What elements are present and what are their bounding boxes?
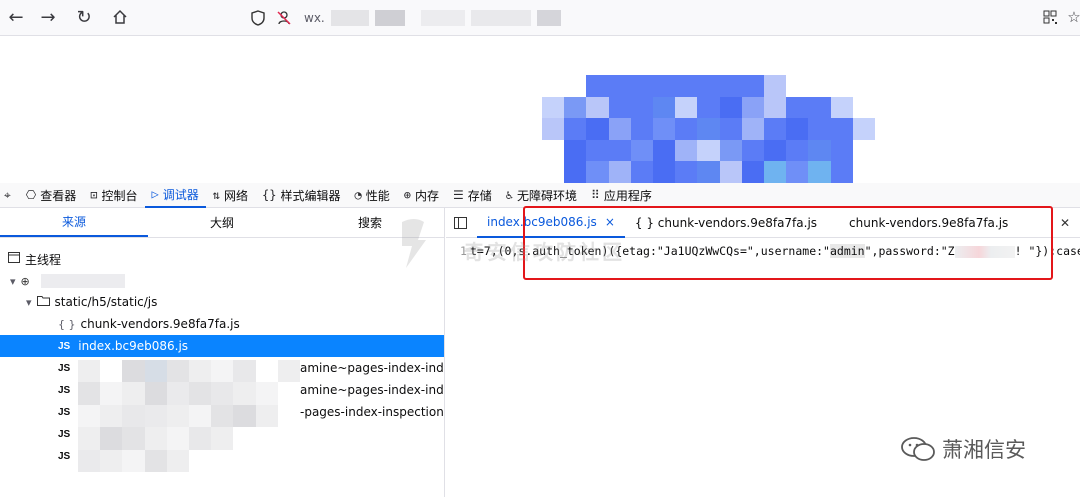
reload-icon[interactable]: ↻ xyxy=(72,6,96,28)
url-text: wx. xyxy=(304,10,325,25)
tab-label: 性能 xyxy=(365,188,390,203)
braces-icon: { } xyxy=(58,317,76,331)
js-file-icon: JS xyxy=(58,450,71,462)
tab-label: chunk-vendors.9e8fa7fa.js xyxy=(849,215,1009,230)
subtab-sources[interactable]: 来源 xyxy=(0,208,148,237)
tab-label: 应用程序 xyxy=(603,188,652,203)
sources-subtabs: 来源 大纲 搜索 xyxy=(0,208,444,238)
tree-label: -pages-index-inspection~pa xyxy=(300,405,444,419)
redacted-url-block xyxy=(374,9,405,26)
tab-label: 无障碍环境 xyxy=(517,188,578,203)
performance-icon: ◔ xyxy=(354,188,362,202)
globe-icon: ⊕ xyxy=(20,274,30,288)
pick-element-icon[interactable]: ⌖ xyxy=(0,183,19,208)
tab-performance[interactable]: ◔ 性能 xyxy=(347,183,396,208)
browser-toolbar: ← → ↻ wx. ☆ xyxy=(0,0,1080,36)
toggle-sidebar-icon[interactable] xyxy=(446,208,477,238)
code-username: admin xyxy=(829,244,865,258)
tab-label: 控制台 xyxy=(101,188,138,203)
redaction-mosaic xyxy=(78,360,300,472)
tab-accessibility[interactable]: ♿ 无障碍环境 xyxy=(499,183,584,208)
tree-folder[interactable]: ▾ static/h5/static/js xyxy=(0,291,444,313)
code-text: ",password:"Z xyxy=(864,244,955,258)
url-bar[interactable]: wx. xyxy=(248,5,578,30)
tree-file-selected[interactable]: JS index.bc9eb086.js xyxy=(0,335,444,357)
inspector-icon: ⎔ xyxy=(25,188,37,202)
tree-label: index.bc9eb086.js xyxy=(78,339,189,353)
tree-label: amine~pages-index-index~p xyxy=(300,383,444,397)
tree-main-thread[interactable]: 主线程 xyxy=(0,248,444,270)
chevron-down-icon: ▾ xyxy=(10,274,16,288)
tree-file[interactable]: { } chunk-vendors.9e8fa7fa.js xyxy=(0,313,444,335)
editor-tab-pretty-vendors[interactable]: { } chunk-vendors.9e8fa7fa.js xyxy=(625,208,827,238)
close-icon[interactable]: × xyxy=(605,215,615,229)
shield-icon[interactable] xyxy=(248,8,268,28)
forward-icon[interactable]: → xyxy=(36,6,60,28)
tab-label: 调试器 xyxy=(162,187,199,202)
redacted-url-block xyxy=(330,9,369,26)
redacted-url-block xyxy=(420,9,465,26)
application-icon: ⠿ xyxy=(591,188,600,202)
editor-tab-vendors[interactable]: chunk-vendors.9e8fa7fa.js xyxy=(839,208,1018,238)
tree-label: chunk-vendors.9e8fa7fa.js xyxy=(80,317,240,331)
js-file-icon: JS xyxy=(58,384,71,396)
tab-memory[interactable]: ⊕ 内存 xyxy=(397,183,446,208)
tab-label: index.bc9eb086.js xyxy=(487,214,597,229)
memory-icon: ⊕ xyxy=(403,188,411,202)
wechat-icon xyxy=(901,437,935,461)
bookmark-star-icon[interactable]: ☆ xyxy=(1064,7,1080,27)
tree-domain[interactable]: ▾ ⊕ xyxy=(0,270,444,292)
watermark-text: 萧湘信安 xyxy=(942,438,1026,462)
debugger-icon: ▷ xyxy=(151,187,159,201)
console-icon: ⊡ xyxy=(90,188,98,202)
storage-icon: ☰ xyxy=(452,188,464,202)
code-text: ! "});case 7 xyxy=(1014,244,1080,258)
js-file-icon: JS xyxy=(58,362,71,374)
home-icon[interactable] xyxy=(108,6,132,28)
redacted-domain xyxy=(40,274,125,288)
tree-label: amine~pages-index-index~p xyxy=(300,361,444,375)
js-file-icon: JS xyxy=(58,428,71,440)
tab-label: { } chunk-vendors.9e8fa7fa.js xyxy=(634,215,818,230)
tab-console[interactable]: ⊡ 控制台 xyxy=(83,183,144,208)
tab-label: 存储 xyxy=(467,188,492,203)
tab-label: 查看器 xyxy=(40,188,77,203)
subtab-outline[interactable]: 大纲 xyxy=(148,208,296,237)
window-icon xyxy=(8,252,20,266)
redacted-password xyxy=(954,245,1015,258)
tab-style-editor[interactable]: {} 样式编辑器 xyxy=(255,183,347,208)
close-panel-icon[interactable]: ✕ xyxy=(1050,208,1080,238)
tab-label: 内存 xyxy=(414,188,439,203)
tree-label: 主线程 xyxy=(25,252,62,267)
pixelated-logo xyxy=(542,75,875,183)
watermark-corner: 萧湘信安 xyxy=(900,434,1026,464)
watermark-logo xyxy=(396,214,430,272)
redacted-url-block xyxy=(470,9,531,26)
watermark-center: 奇安信攻防社区 xyxy=(464,240,625,264)
tree-label: static/h5/static/js xyxy=(54,295,158,309)
tab-network[interactable]: ⇅ 网络 xyxy=(206,183,255,208)
braces-icon: {} xyxy=(262,188,277,202)
redacted-url-block xyxy=(536,9,561,26)
folder-icon xyxy=(36,295,50,309)
accessibility-icon: ♿ xyxy=(505,188,513,202)
tab-debugger[interactable]: ▷ 调试器 xyxy=(144,183,206,208)
tab-label: 网络 xyxy=(224,188,249,203)
editor-tabs: index.bc9eb086.js × { } chunk-vendors.9e… xyxy=(446,208,1080,238)
permissions-icon[interactable] xyxy=(274,8,294,28)
back-icon[interactable]: ← xyxy=(4,6,28,28)
qr-code-icon[interactable] xyxy=(1040,7,1060,27)
tab-application[interactable]: ⠿ 应用程序 xyxy=(584,183,659,208)
js-file-icon: JS xyxy=(58,340,71,352)
devtools-toolbar: ⌖ ⎔ 查看器 ⊡ 控制台 ▷ 调试器 ⇅ 网络 {} 样式编辑器 ◔ 性能 ⊕ 内存 ☰ 存储… xyxy=(0,183,1080,208)
chevron-down-icon: ▾ xyxy=(26,295,32,309)
tab-inspector[interactable]: ⎔ 查看器 xyxy=(19,183,84,208)
tab-label: 样式编辑器 xyxy=(280,188,341,203)
network-icon: ⇅ xyxy=(212,188,220,202)
js-file-icon: JS xyxy=(58,406,71,418)
tab-storage[interactable]: ☰ 存储 xyxy=(446,183,499,208)
editor-tab-index[interactable]: index.bc9eb086.js × xyxy=(477,208,625,238)
